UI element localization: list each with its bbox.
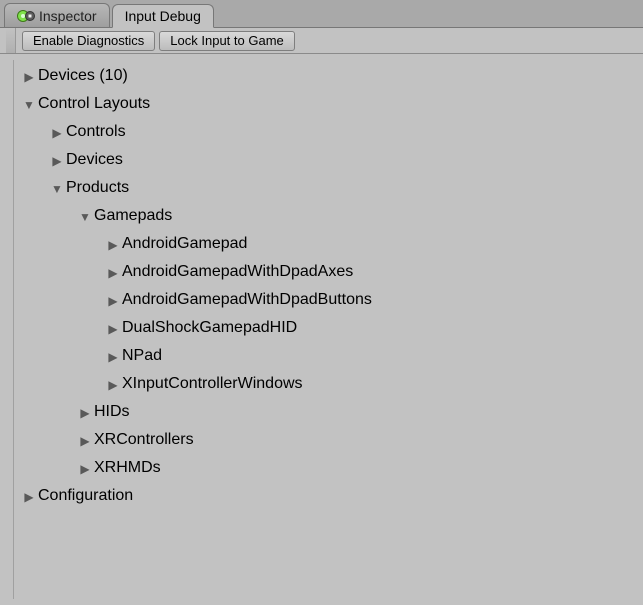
- tree-item-xrhmds[interactable]: XRHMDs: [16, 454, 643, 482]
- tree-item-android-gamepad-dpad-axes[interactable]: AndroidGamepadWithDpadAxes: [16, 258, 643, 286]
- chevron-right-icon[interactable]: [106, 377, 120, 391]
- toolbar-gutter: [6, 28, 16, 53]
- tree-item-configuration[interactable]: Configuration: [16, 482, 643, 510]
- tree-view: Devices (10) Control Layouts Controls De…: [16, 60, 643, 599]
- tree-item-products[interactable]: Products: [16, 174, 643, 202]
- tree-item-devices-sub[interactable]: Devices: [16, 146, 643, 174]
- tree-item-xinput[interactable]: XInputControllerWindows: [16, 370, 643, 398]
- tree-item-android-gamepad-dpad-buttons[interactable]: AndroidGamepadWithDpadButtons: [16, 286, 643, 314]
- tree-item-controls[interactable]: Controls: [16, 118, 643, 146]
- chevron-right-icon[interactable]: [78, 461, 92, 475]
- content-area: Devices (10) Control Layouts Controls De…: [0, 54, 643, 605]
- chevron-down-icon[interactable]: [22, 97, 36, 111]
- chevron-right-icon[interactable]: [106, 237, 120, 251]
- chevron-right-icon[interactable]: [106, 265, 120, 279]
- tree-item-gamepads[interactable]: Gamepads: [16, 202, 643, 230]
- tab-bar: Inspector Input Debug: [0, 0, 643, 28]
- chevron-right-icon[interactable]: [106, 321, 120, 335]
- chevron-down-icon[interactable]: [78, 209, 92, 223]
- chevron-right-icon[interactable]: [78, 433, 92, 447]
- chevron-right-icon[interactable]: [50, 153, 64, 167]
- tree-label: Control Layouts: [36, 95, 150, 113]
- chevron-right-icon[interactable]: [50, 125, 64, 139]
- tab-input-debug[interactable]: Input Debug: [112, 4, 214, 28]
- inspector-icon: [17, 9, 35, 23]
- chevron-right-icon[interactable]: [78, 405, 92, 419]
- tree-label: AndroidGamepad: [120, 235, 247, 253]
- tree-item-dualshock[interactable]: DualShockGamepadHID: [16, 314, 643, 342]
- chevron-right-icon[interactable]: [106, 349, 120, 363]
- chevron-down-icon[interactable]: [50, 181, 64, 195]
- tree-label: Devices: [64, 151, 123, 169]
- tree-item-hids[interactable]: HIDs: [16, 398, 643, 426]
- tree-label: Products: [64, 179, 129, 197]
- chevron-right-icon[interactable]: [22, 489, 36, 503]
- tree-label: Gamepads: [92, 207, 172, 225]
- input-debug-window: Inspector Input Debug Enable Diagnostics…: [0, 0, 643, 605]
- tree-label: XRControllers: [92, 431, 194, 449]
- enable-diagnostics-button[interactable]: Enable Diagnostics: [22, 31, 155, 51]
- tree-label: AndroidGamepadWithDpadButtons: [120, 291, 372, 309]
- tree-label: AndroidGamepadWithDpadAxes: [120, 263, 353, 281]
- tree-label: NPad: [120, 347, 162, 365]
- tree-item-control-layouts[interactable]: Control Layouts: [16, 90, 643, 118]
- button-label: Lock Input to Game: [170, 33, 283, 48]
- tree-item-xrcontrollers[interactable]: XRControllers: [16, 426, 643, 454]
- tree-item-android-gamepad[interactable]: AndroidGamepad: [16, 230, 643, 258]
- chevron-right-icon[interactable]: [106, 293, 120, 307]
- tree-label: XInputControllerWindows: [120, 375, 303, 393]
- tab-label: Inspector: [39, 8, 97, 24]
- chevron-right-icon[interactable]: [22, 69, 36, 83]
- tree-item-devices[interactable]: Devices (10): [16, 62, 643, 90]
- tree-label: HIDs: [92, 403, 130, 421]
- tree-label: Devices (10): [36, 67, 128, 85]
- content-gutter: [4, 60, 14, 599]
- tree-item-npad[interactable]: NPad: [16, 342, 643, 370]
- tree-label: Configuration: [36, 487, 133, 505]
- tab-label: Input Debug: [125, 8, 201, 24]
- tree-label: XRHMDs: [92, 459, 161, 477]
- toolbar: Enable Diagnostics Lock Input to Game: [0, 28, 643, 54]
- lock-input-button[interactable]: Lock Input to Game: [159, 31, 294, 51]
- tree-label: Controls: [64, 123, 126, 141]
- button-label: Enable Diagnostics: [33, 33, 144, 48]
- tree-label: DualShockGamepadHID: [120, 319, 297, 337]
- tab-inspector[interactable]: Inspector: [4, 3, 110, 27]
